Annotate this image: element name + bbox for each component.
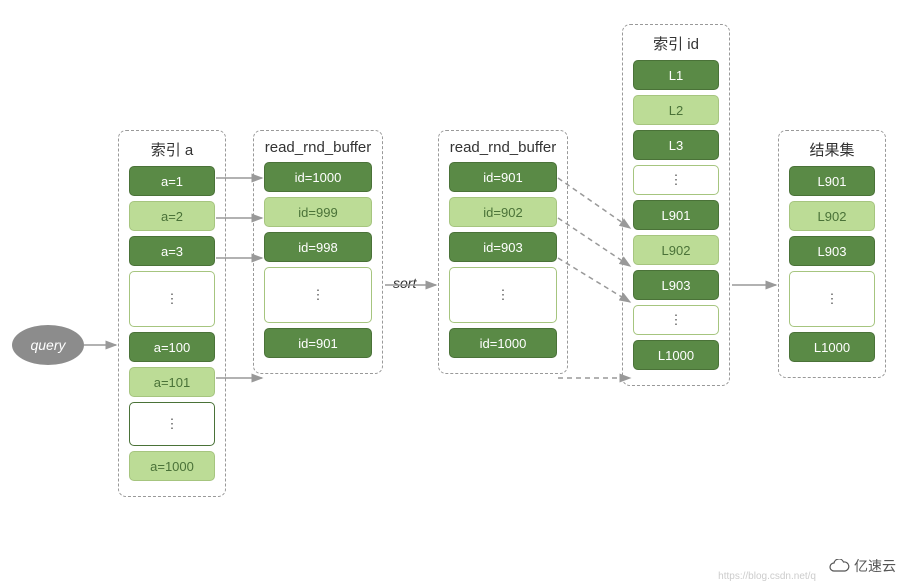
cell: a=100 (129, 332, 215, 362)
watermark-url: https://blog.csdn.net/q (718, 571, 816, 582)
cell: L903 (789, 236, 875, 266)
cell: L1000 (633, 340, 719, 370)
cell: ⋮ (633, 165, 719, 195)
cell: a=2 (129, 201, 215, 231)
column-index-id: 索引 id L1 L2 L3 ⋮ L901 L902 L903 ⋮ L1000 (622, 24, 730, 386)
column-title: 索引 a (129, 139, 215, 160)
column-rnd-buffer-1: read_rnd_buffer id=1000 id=999 id=998 ⋮ id=9… (253, 130, 383, 374)
cell: ⋮ (789, 271, 875, 327)
cell: id=1000 (264, 162, 372, 192)
column-title: 索引 id (633, 33, 719, 54)
column-title: read_rnd_buffer (264, 139, 372, 156)
column-title: read_rnd_buffer (449, 139, 557, 156)
watermark-text: 亿速云 (854, 556, 896, 576)
cell: id=999 (264, 197, 372, 227)
cell: a=1 (129, 166, 215, 196)
column-rnd-buffer-2: read_rnd_buffer id=901 id=902 id=903 ⋮ id=10… (438, 130, 568, 374)
cell: L2 (633, 95, 719, 125)
arrow-id902-to-l902 (558, 218, 630, 266)
cloud-icon (828, 559, 850, 573)
cell: L1 (633, 60, 719, 90)
cell: a=3 (129, 236, 215, 266)
cell: L902 (789, 201, 875, 231)
query-node: query (12, 325, 84, 365)
cell: id=901 (449, 162, 557, 192)
arrow-id901-to-l901 (558, 178, 630, 228)
cell: L903 (633, 270, 719, 300)
cell: id=902 (449, 197, 557, 227)
cell: ⋮ (264, 267, 372, 323)
sort-label: sort (393, 275, 416, 291)
cell: L901 (633, 200, 719, 230)
cell: L1000 (789, 332, 875, 362)
column-title: 结果集 (789, 139, 875, 160)
cell: id=901 (264, 328, 372, 358)
column-index-a: 索引 a a=1 a=2 a=3 ⋮ a=100 a=101 ⋮ a=1000 (118, 130, 226, 497)
cell: L3 (633, 130, 719, 160)
cell: L902 (633, 235, 719, 265)
cell: ⋮ (129, 271, 215, 327)
cell: ⋮ (633, 305, 719, 335)
cell: a=101 (129, 367, 215, 397)
cell: id=903 (449, 232, 557, 262)
arrow-id903-to-l903 (558, 258, 630, 302)
diagram-stage: query 索引 a a=1 a=2 a=3 ⋮ a=100 a=101 ⋮ a=1000 r… (0, 0, 904, 582)
cell: ⋮ (449, 267, 557, 323)
cell: id=1000 (449, 328, 557, 358)
cell: id=998 (264, 232, 372, 262)
column-result: 结果集 L901 L902 L903 ⋮ L1000 (778, 130, 886, 378)
watermark: 亿速云 (828, 556, 896, 576)
cell: ⋮ (129, 402, 215, 446)
cell: a=1000 (129, 451, 215, 481)
cell: L901 (789, 166, 875, 196)
